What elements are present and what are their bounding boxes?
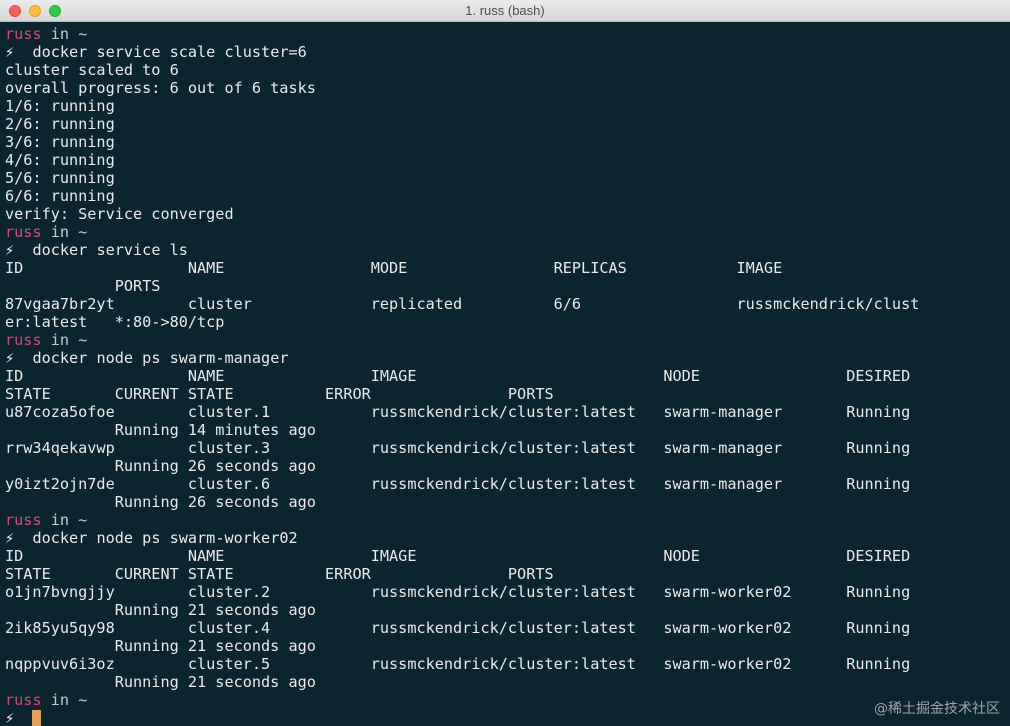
output-line: er:latest *:80->80/tcp — [5, 313, 225, 331]
input-line: ⚡ — [5, 709, 1008, 726]
output-line: verify: Service converged — [5, 205, 234, 223]
command-text: docker node ps swarm-worker02 — [32, 529, 298, 547]
terminal-output[interactable]: russ in ~ ⚡ docker service scale cluster=… — [5, 25, 1008, 726]
prompt-line: russ in ~ — [5, 223, 1008, 241]
output-line: y0izt2ojn7de cluster.6 russmckendrick/cl… — [5, 475, 911, 493]
output-line: STATE CURRENT STATE ERROR PORTS — [5, 385, 554, 403]
prompt-line: russ in ~ — [5, 511, 1008, 529]
output-line: overall progress: 6 out of 6 tasks — [5, 79, 316, 97]
prompt-line: russ in ~ — [5, 331, 1008, 349]
command-line: ⚡ docker service scale cluster=6 — [5, 43, 1008, 61]
output-line: Running 26 seconds ago — [5, 493, 316, 511]
output-line: 3/6: running — [5, 133, 115, 151]
prompt-user: russ — [5, 331, 42, 349]
output-line: 2/6: running — [5, 115, 115, 133]
prompt-directory: in ~ — [41, 511, 88, 529]
output-line: cluster scaled to 6 — [5, 61, 179, 79]
title-bar[interactable]: 1. russ (bash) — [0, 0, 1010, 22]
output-line: ID NAME MODE REPLICAS IMAGE — [5, 259, 783, 277]
prompt-directory: in ~ — [41, 331, 88, 349]
text-cursor[interactable] — [32, 710, 42, 726]
window-title: 1. russ (bash) — [465, 3, 545, 18]
output-line: 6/6: running — [5, 187, 115, 205]
prompt-directory: in ~ — [41, 25, 88, 43]
output-line: ID NAME IMAGE NODE DESIRED — [5, 547, 911, 565]
output-line: STATE CURRENT STATE ERROR PORTS — [5, 565, 554, 583]
output-line: Running 14 minutes ago — [5, 421, 316, 439]
prompt-directory: in ~ — [41, 691, 88, 709]
lightning-bolt-icon: ⚡ — [5, 241, 15, 259]
command-text: docker node ps swarm-manager — [32, 349, 289, 367]
output-line: 5/6: running — [5, 169, 115, 187]
output-line: 87vgaa7br2yt cluster replicated 6/6 russ… — [5, 295, 920, 313]
prompt-user: russ — [5, 25, 42, 43]
terminal-window: 1. russ (bash) russ in ~ ⚡ docker service… — [0, 0, 1010, 726]
lightning-bolt-icon: ⚡ — [5, 43, 15, 61]
prompt-user: russ — [5, 223, 42, 241]
output-line: 1/6: running — [5, 97, 115, 115]
output-line: nqppvuv6i3oz cluster.5 russmckendrick/cl… — [5, 655, 911, 673]
prompt-line: russ in ~ — [5, 691, 1008, 709]
command-line: ⚡ docker service ls — [5, 241, 1008, 259]
command-line: ⚡ docker node ps swarm-worker02 — [5, 529, 1008, 547]
output-line: o1jn7bvngjjy cluster.2 russmckendrick/cl… — [5, 583, 911, 601]
prompt-user: russ — [5, 691, 42, 709]
output-line: PORTS — [5, 277, 161, 295]
prompt-user: russ — [5, 511, 42, 529]
output-line: Running 26 seconds ago — [5, 457, 316, 475]
output-line: ID NAME IMAGE NODE DESIRED — [5, 367, 911, 385]
output-line: Running 21 seconds ago — [5, 601, 316, 619]
prompt-line: russ in ~ — [5, 25, 1008, 43]
output-line: Running 21 seconds ago — [5, 673, 316, 691]
output-line: u87coza5ofoe cluster.1 russmckendrick/cl… — [5, 403, 911, 421]
prompt-directory: in ~ — [41, 223, 88, 241]
lightning-bolt-icon: ⚡ — [5, 529, 15, 547]
command-text: docker service scale cluster=6 — [32, 43, 307, 61]
output-line: 2ik85yu5qy98 cluster.4 russmckendrick/cl… — [5, 619, 911, 637]
lightning-bolt-icon: ⚡ — [5, 349, 15, 367]
output-line: Running 21 seconds ago — [5, 637, 316, 655]
command-text: docker service ls — [32, 241, 188, 259]
command-line: ⚡ docker node ps swarm-manager — [5, 349, 1008, 367]
output-line: rrw34qekavwp cluster.3 russmckendrick/cl… — [5, 439, 911, 457]
lightning-bolt-icon: ⚡ — [5, 709, 15, 726]
watermark: @稀土掘金技术社区 — [874, 701, 1000, 717]
output-line: 4/6: running — [5, 151, 115, 169]
